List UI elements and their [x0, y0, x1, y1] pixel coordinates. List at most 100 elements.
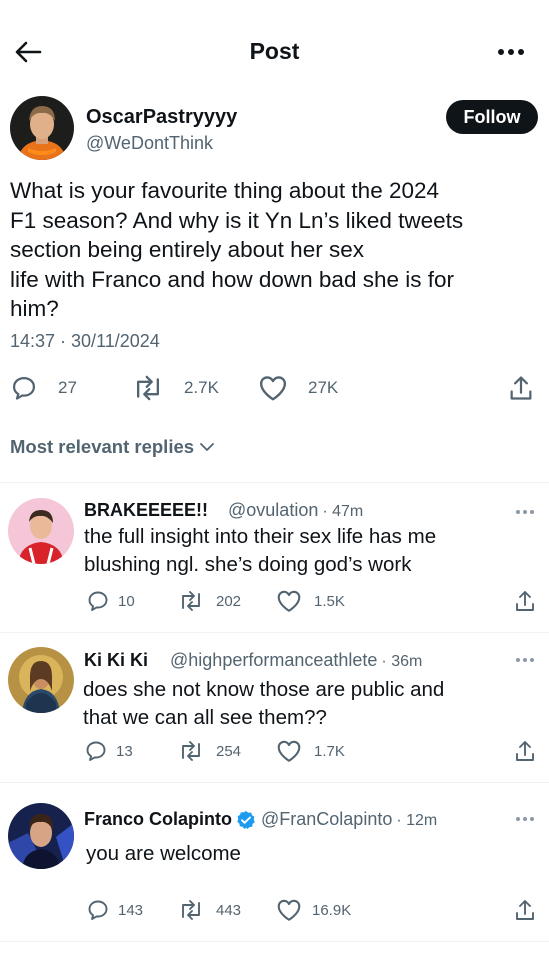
- reply-text-line: blushing ngl. she’s doing god’s work: [84, 553, 412, 576]
- repost-button[interactable]: 2.7K: [132, 374, 219, 402]
- reply-more-button[interactable]: [513, 506, 537, 518]
- reply-item[interactable]: Franco Colapinto @FranColapinto · 12m yo…: [0, 783, 549, 941]
- reply-avatar[interactable]: [8, 498, 74, 564]
- repost-button[interactable]: 443: [178, 898, 241, 922]
- reply-count: 13: [116, 742, 133, 760]
- repost-button[interactable]: 254: [178, 739, 241, 763]
- repost-icon: [136, 375, 160, 401]
- post-text-line: section being entirely about her sex: [10, 237, 364, 262]
- reply-time: · 12m: [396, 812, 438, 829]
- like-button[interactable]: 16.9K: [276, 898, 351, 922]
- reply-actions: 143 443 16.9K: [0, 896, 549, 924]
- reply-icon: [86, 741, 106, 761]
- reply-button[interactable]: 10: [86, 589, 135, 613]
- post-actions: 27 2.7K 27K: [0, 370, 549, 410]
- more-options-button[interactable]: [493, 38, 529, 66]
- share-icon: [510, 376, 532, 400]
- reply-author-name[interactable]: Franco Colapinto: [84, 809, 232, 830]
- like-count: 16.9K: [312, 901, 352, 919]
- share-icon: [516, 741, 534, 761]
- reply-button[interactable]: 13: [84, 739, 133, 763]
- more-horizontal-icon: [498, 49, 524, 55]
- like-count: 1.7K: [314, 742, 345, 760]
- reply-actions: 13 254 1.7K: [0, 737, 549, 765]
- more-horizontal-icon: [516, 510, 534, 514]
- reply-icon: [88, 900, 108, 920]
- reply-author-name[interactable]: BRAKEEEEE!!: [84, 500, 208, 521]
- divider: [0, 941, 549, 942]
- more-horizontal-icon: [516, 817, 534, 821]
- repost-count: 202: [216, 592, 242, 610]
- repost-icon: [182, 900, 200, 920]
- like-count: 27K: [308, 378, 339, 397]
- more-horizontal-icon: [516, 658, 534, 662]
- share-button[interactable]: [508, 374, 534, 402]
- reply-text-line: the full insight into their sex life has…: [84, 525, 437, 548]
- like-button[interactable]: 27K: [258, 374, 338, 402]
- reply-button[interactable]: 27: [10, 374, 77, 402]
- page-title: Post: [249, 38, 300, 64]
- reply-time: · 47m: [322, 503, 364, 520]
- share-icon: [516, 591, 534, 611]
- repost-count: 2.7K: [184, 378, 219, 397]
- reply-more-button[interactable]: [513, 813, 537, 825]
- post-text-line: him?: [10, 296, 59, 321]
- follow-button[interactable]: Follow: [446, 100, 538, 134]
- share-button[interactable]: [514, 898, 536, 922]
- reply-time: · 36m: [381, 653, 423, 670]
- repost-icon: [182, 741, 200, 761]
- reply-text: you are welcome: [86, 840, 241, 868]
- reply-author-name[interactable]: Ki Ki Ki: [84, 650, 148, 671]
- like-count: 1.5K: [314, 592, 345, 610]
- repost-button[interactable]: 202: [178, 589, 241, 613]
- author-handle[interactable]: @WeDontThink: [86, 133, 213, 154]
- share-icon: [516, 900, 534, 920]
- sort-replies-dropdown[interactable]: Most relevant replies: [10, 436, 216, 458]
- like-button[interactable]: 1.7K: [276, 739, 345, 763]
- reply-count: 10: [118, 592, 135, 610]
- reply-icon: [12, 376, 36, 400]
- post-author: OscarPastryyyy @WeDontThink Follow: [10, 96, 540, 162]
- reply-text-line: you are welcome: [86, 842, 241, 865]
- repost-count: 443: [216, 901, 242, 919]
- share-button[interactable]: [514, 739, 536, 763]
- reply-count: 27: [58, 378, 77, 397]
- author-name[interactable]: OscarPastryyyy: [86, 106, 237, 129]
- share-button[interactable]: [514, 589, 536, 613]
- sort-label: Most relevant replies: [10, 436, 195, 457]
- verified-badge-icon: [237, 810, 255, 829]
- reply-avatar[interactable]: [8, 803, 74, 869]
- heart-icon: [277, 740, 301, 762]
- reply-button[interactable]: 143: [86, 898, 143, 922]
- reply-text-line: that we can all see them??: [83, 706, 327, 729]
- heart-icon: [277, 899, 301, 921]
- author-avatar[interactable]: [10, 96, 74, 160]
- reply-item[interactable]: Ki Ki Ki @highperformanceathlete · 36m d…: [0, 633, 549, 781]
- repost-icon: [182, 591, 200, 611]
- reply-icon: [88, 591, 108, 611]
- chevron-down-icon: [200, 443, 214, 451]
- reply-header: Franco Colapinto @FranColapinto · 12m: [84, 809, 437, 830]
- reply-text: does she not know those are public and t…: [83, 676, 444, 732]
- reply-actions: 10 202 1.5K: [0, 587, 549, 615]
- reply-header: BRAKEEEEE!! @ovulation · 47m: [84, 500, 363, 521]
- post-text-line: F1 season? And why is it Yn Ln’s liked t…: [10, 207, 464, 233]
- reply-count: 143: [118, 901, 144, 919]
- heart-icon: [259, 376, 287, 401]
- heart-icon: [277, 590, 301, 612]
- reply-header: Ki Ki Ki @highperformanceathlete · 36m: [84, 650, 422, 671]
- reply-avatar[interactable]: [8, 647, 74, 713]
- post-timestamp: 14:37 · 30/11/2024: [10, 331, 160, 351]
- reply-item[interactable]: BRAKEEEEE!! @ovulation · 47m the full in…: [0, 483, 549, 631]
- reply-text-line: does she not know those are public and: [83, 678, 445, 701]
- post-text-line: What is your favourite thing about the 2…: [10, 178, 440, 203]
- reply-more-button[interactable]: [513, 654, 537, 666]
- repost-count: 254: [216, 742, 242, 760]
- reply-author-handle[interactable]: @ovulation: [228, 500, 318, 521]
- post-text: What is your favourite thing about the 2…: [10, 176, 540, 324]
- reply-author-handle[interactable]: @highperformanceathlete: [170, 650, 377, 671]
- top-bar: Post: [0, 0, 549, 100]
- post-text-line: life with Franco and how down bad she is…: [10, 266, 454, 292]
- like-button[interactable]: 1.5K: [276, 589, 345, 613]
- reply-author-handle[interactable]: @FranColapinto: [261, 809, 392, 830]
